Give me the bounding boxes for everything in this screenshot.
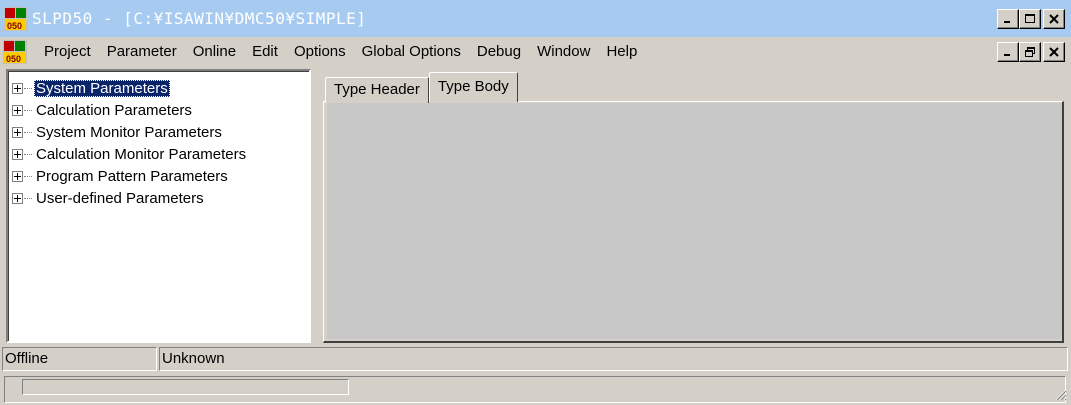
menu-project[interactable]: Project bbox=[36, 40, 99, 64]
expand-plus-icon[interactable] bbox=[12, 104, 23, 116]
tree-connector bbox=[24, 153, 32, 155]
parameter-tree[interactable]: System Parameters Calculation Parameters… bbox=[6, 69, 311, 343]
expand-plus-icon[interactable] bbox=[12, 192, 23, 204]
menu-global-options[interactable]: Global Options bbox=[354, 40, 469, 64]
tree-connector bbox=[24, 109, 32, 111]
tab-panel-body bbox=[327, 103, 1062, 339]
svg-text:050: 050 bbox=[7, 21, 22, 31]
expand-plus-icon[interactable] bbox=[12, 82, 23, 94]
expand-plus-icon[interactable] bbox=[12, 170, 23, 182]
svg-text:050: 050 bbox=[6, 54, 21, 64]
menu-options[interactable]: Options bbox=[286, 40, 354, 64]
window-maximize-button[interactable] bbox=[1019, 9, 1041, 29]
tree-connector bbox=[24, 175, 32, 177]
slpd50-app-icon: 050 bbox=[4, 6, 28, 31]
menu-parameter[interactable]: Parameter bbox=[99, 40, 185, 64]
status-connection: Offline bbox=[2, 346, 157, 371]
progress-row bbox=[0, 374, 1071, 405]
menu-online[interactable]: Online bbox=[185, 40, 244, 64]
window-title: SLPD50 - [C:¥ISAWIN¥DMC50¥SIMPLE] bbox=[32, 9, 367, 28]
tab-strip: Type Header Type Body bbox=[325, 72, 518, 103]
tree-item-calculation-monitor-parameters[interactable]: Calculation Monitor Parameters bbox=[8, 143, 309, 165]
window-minimize-button[interactable] bbox=[997, 9, 1019, 29]
close-icon bbox=[1049, 47, 1059, 57]
expand-plus-icon[interactable] bbox=[12, 126, 23, 138]
mdi-close-button[interactable] bbox=[1043, 42, 1065, 62]
tree-connector bbox=[24, 131, 32, 133]
tab-type-header[interactable]: Type Header bbox=[325, 77, 429, 103]
slpd50-doc-icon[interactable]: 050 bbox=[2, 39, 28, 65]
tree-item-label[interactable]: Program Pattern Parameters bbox=[34, 168, 230, 185]
mdi-controls bbox=[997, 42, 1065, 62]
minimize-icon bbox=[1004, 21, 1010, 23]
menu-debug[interactable]: Debug bbox=[469, 40, 529, 64]
expand-plus-icon[interactable] bbox=[12, 148, 23, 160]
mdi-restore-button[interactable] bbox=[1019, 42, 1041, 62]
menu-window[interactable]: Window bbox=[529, 40, 598, 64]
tree-item-system-parameters[interactable]: System Parameters bbox=[8, 77, 309, 99]
resize-grip-icon[interactable] bbox=[1053, 387, 1067, 401]
mdi-minimize-button[interactable] bbox=[997, 42, 1019, 62]
tree-item-label[interactable]: User-defined Parameters bbox=[34, 190, 206, 207]
tree-item-user-defined-parameters[interactable]: User-defined Parameters bbox=[8, 187, 309, 209]
window-controls bbox=[997, 9, 1065, 29]
tree-item-program-pattern-parameters[interactable]: Program Pattern Parameters bbox=[8, 165, 309, 187]
tree-item-label[interactable]: System Monitor Parameters bbox=[34, 124, 224, 141]
tab-type-body[interactable]: Type Body bbox=[428, 72, 518, 102]
restore-icon bbox=[1025, 47, 1035, 57]
tree-item-system-monitor-parameters[interactable]: System Monitor Parameters bbox=[8, 121, 309, 143]
close-icon bbox=[1049, 14, 1059, 24]
minimize-icon bbox=[1004, 54, 1010, 56]
tree-item-label[interactable]: Calculation Parameters bbox=[34, 102, 194, 119]
status-bar: Offline Unknown bbox=[0, 345, 1071, 372]
maximize-icon bbox=[1025, 14, 1035, 23]
tree-connector bbox=[24, 87, 32, 89]
window-close-button[interactable] bbox=[1043, 9, 1065, 29]
menu-bar: 050 Project Parameter Online Edit Option… bbox=[0, 37, 1071, 67]
tree-connector bbox=[24, 197, 32, 199]
title-bar[interactable]: 050 SLPD50 - [C:¥ISAWIN¥DMC50¥SIMPLE] bbox=[0, 0, 1071, 37]
progress-bar bbox=[22, 379, 349, 395]
tree-item-calculation-parameters[interactable]: Calculation Parameters bbox=[8, 99, 309, 121]
status-state: Unknown bbox=[159, 346, 1068, 371]
tree-item-label[interactable]: Calculation Monitor Parameters bbox=[34, 146, 248, 163]
menu-edit[interactable]: Edit bbox=[244, 40, 286, 64]
tree-item-label[interactable]: System Parameters bbox=[34, 79, 170, 97]
menu-help[interactable]: Help bbox=[598, 40, 645, 64]
